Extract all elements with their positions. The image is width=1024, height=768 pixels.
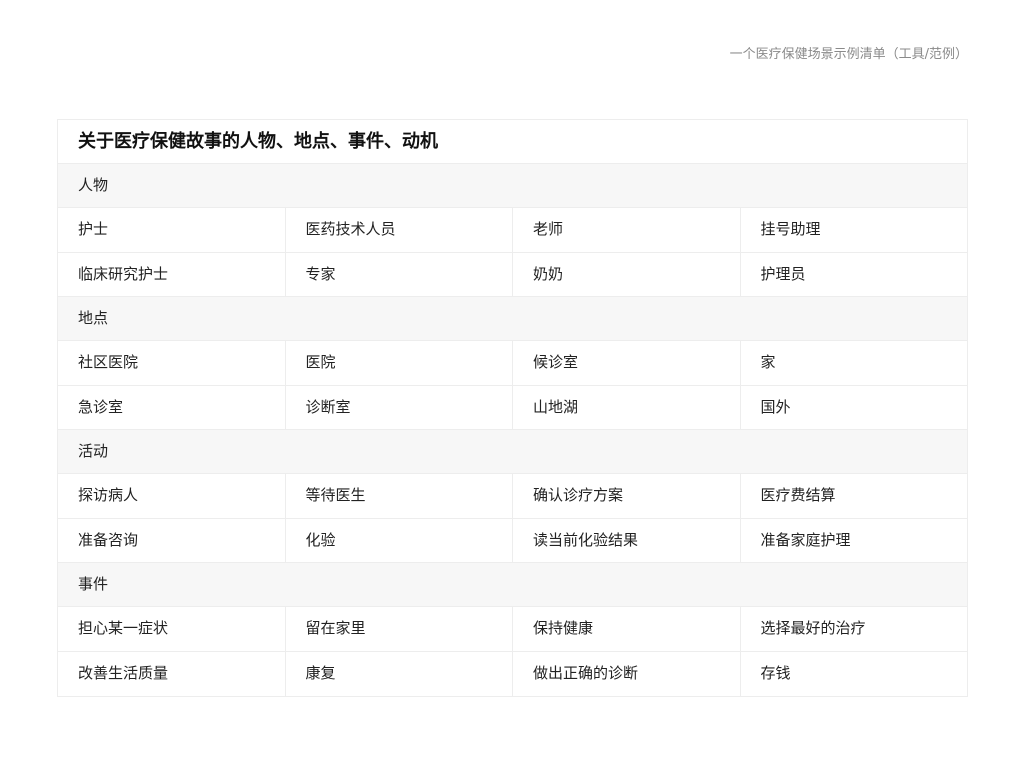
section-heading-places: 地点 (58, 297, 967, 341)
table-cell: 候诊室 (513, 341, 741, 385)
section-heading-people: 人物 (58, 164, 967, 208)
table-cell: 化验 (286, 518, 513, 562)
table-cell: 专家 (286, 252, 513, 296)
section-heading-activities: 活动 (58, 430, 967, 474)
table-cell: 选择最好的治疗 (760, 619, 866, 637)
table-cell: 社区医院 (58, 341, 286, 385)
table-cell: 做出正确的诊断 (513, 651, 741, 696)
table-cell: 读当前化验结果 (513, 518, 741, 562)
table-cell: 护理员 (760, 264, 806, 283)
table-cell: 医药技术人员 (286, 208, 513, 252)
table-cell: 存钱 (760, 663, 791, 682)
table-cell: 康复 (286, 651, 513, 696)
table-cell: 挂号助理 (760, 220, 821, 238)
table-row: 护士 医药技术人员 老师 挂号助理 (58, 208, 967, 253)
table-cell: 担心某一症状 (58, 607, 286, 651)
table-cell: 医院 (286, 341, 513, 385)
table-cell: 临床研究护士 (58, 252, 286, 296)
table-cell: 留在家里 (286, 607, 513, 651)
table-cell: 诊断室 (286, 385, 513, 429)
table-cell: 奶奶 (513, 252, 741, 296)
table-cell: 准备咨询 (58, 518, 286, 562)
table-cell: 确认诊疗方案 (513, 474, 741, 518)
table-cell: 探访病人 (58, 474, 286, 518)
page-caption: 一个医疗保健场景示例清单（工具/范例） (729, 47, 968, 62)
table-cell: 医疗费结算 (760, 486, 836, 504)
table-cell: 改善生活质量 (58, 651, 286, 696)
table-cell: 准备家庭护理 (760, 530, 851, 549)
table-cell: 等待医生 (286, 474, 513, 518)
table-row: 准备咨询 化验 读当前化验结果 准备家庭护理 (58, 518, 967, 563)
table-row: 急诊室 诊断室 山地湖 国外 (58, 385, 967, 430)
section-heading-events: 事件 (58, 563, 967, 607)
table-row: 改善生活质量 康复 做出正确的诊断 存钱 (58, 651, 967, 696)
table-row: 担心某一症状 留在家里 保持健康 选择最好的治疗 (58, 607, 967, 652)
table-row: 探访病人 等待医生 确认诊疗方案 医疗费结算 (58, 474, 967, 519)
table-title: 关于医疗保健故事的人物、地点、事件、动机 (58, 120, 967, 164)
table-row: 临床研究护士 专家 奶奶 护理员 (58, 252, 967, 297)
table-cell: 国外 (760, 397, 791, 416)
table-cell: 护士 (58, 208, 286, 252)
table-cell: 急诊室 (58, 385, 286, 429)
table-cell: 保持健康 (513, 607, 741, 651)
table-cell: 老师 (513, 208, 741, 252)
table-cell: 家 (760, 353, 776, 371)
story-elements-table: 关于医疗保健故事的人物、地点、事件、动机 人物 护士 医药技术人员 老师 挂号助… (57, 119, 968, 697)
table-cell: 山地湖 (513, 385, 741, 429)
table-row: 社区医院 医院 候诊室 家 (58, 341, 967, 386)
